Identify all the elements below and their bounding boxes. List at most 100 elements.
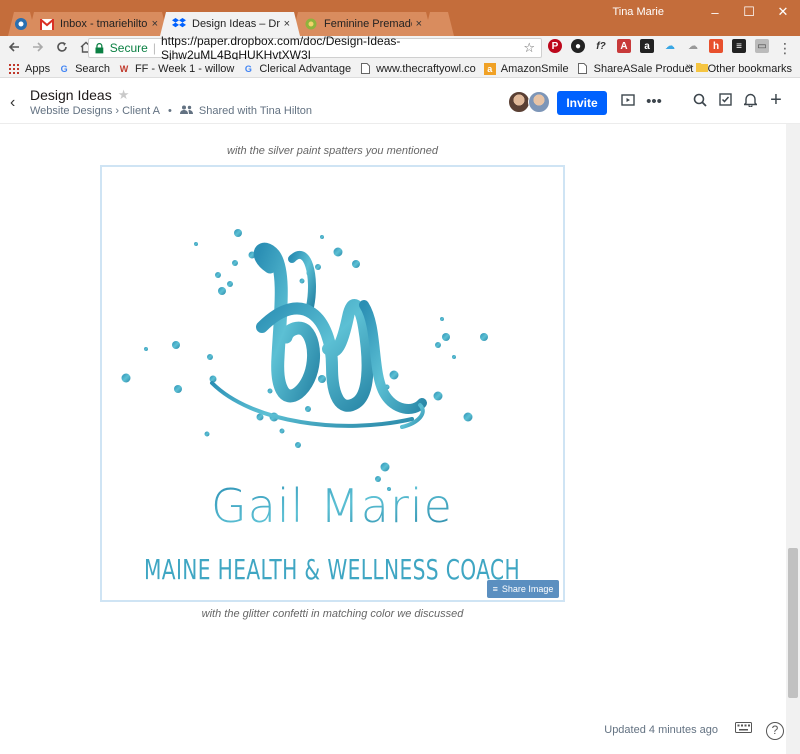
glitter-confetti <box>121 229 488 491</box>
address-separator: | <box>152 41 156 55</box>
bookmark-search[interactable]: G Search <box>58 63 110 75</box>
updated-status: Updated 4 minutes ago <box>604 724 718 736</box>
shared-with-text[interactable]: Shared with Tina Hilton <box>199 105 312 117</box>
back-icon[interactable]: ‹ <box>10 94 15 112</box>
google-icon: G <box>60 63 68 74</box>
maximize-button[interactable]: ☐ <box>732 4 766 20</box>
breadcrumb-path[interactable]: Website Designs › Client A <box>30 105 160 117</box>
gmail-icon <box>40 17 54 31</box>
etsy-icon <box>304 17 318 31</box>
bookmarks-overflow-icon[interactable]: » <box>686 61 692 73</box>
page-icon <box>577 63 589 75</box>
close-window-button[interactable]: ✕ <box>766 4 800 20</box>
address-bar[interactable]: Secure | https://paper.dropbox.com/doc/D… <box>88 34 542 62</box>
forward-button[interactable] <box>28 40 48 56</box>
avatar[interactable] <box>508 91 530 113</box>
google-icon: G <box>244 63 252 74</box>
bell-icon[interactable] <box>741 93 759 111</box>
share-layers-icon: ≡ <box>492 584 498 594</box>
tab-design-ideas[interactable]: Design Ideas – Dropbox × <box>160 12 300 36</box>
reload-button[interactable] <box>52 40 72 56</box>
bookmark-label: Search <box>75 62 110 75</box>
camera-icon[interactable]: ● <box>571 39 585 53</box>
caption-bottom: with the glitter confetti in matching co… <box>201 608 464 620</box>
reload-icon <box>57 42 67 52</box>
more-icon[interactable]: ••• <box>645 93 663 110</box>
pinterest-icon[interactable]: P <box>548 39 562 53</box>
other-bookmarks-label: Other bookmarks <box>707 62 792 75</box>
dropbox-icon <box>172 17 186 31</box>
profile-name[interactable]: Tina Marie <box>612 6 664 18</box>
tab-title: Feminine Premade Logo <box>324 18 411 30</box>
scrollbar-thumb[interactable] <box>788 548 798 698</box>
extensions: P ● f? A a ☁ ☁ h ≡ ▭ <box>548 39 778 53</box>
amazon-icon: a <box>483 62 496 75</box>
page-icon <box>359 63 371 75</box>
chrome-menu-icon[interactable]: ⋮ <box>778 40 792 57</box>
breadcrumb-dot: • <box>168 105 172 117</box>
logo-tagline: MAINE HEALTH & WELLNESS COACH <box>144 553 520 586</box>
breadcrumb: Website Designs › Client A • Shared with… <box>30 105 312 117</box>
extension-badge-icon[interactable]: ▭ <box>755 39 769 53</box>
logo-image[interactable]: Gail Marie MAINE HEALTH & WELLNESS COACH <box>100 165 565 602</box>
tab-inbox[interactable]: Inbox - tmariehilton@gm × <box>28 12 168 36</box>
people-icon <box>179 105 193 117</box>
plus-icon[interactable]: + <box>767 89 785 112</box>
share-image-button[interactable]: ≡ Share Image <box>487 580 559 598</box>
present-icon[interactable] <box>619 93 637 110</box>
close-tab-icon[interactable]: × <box>152 18 158 30</box>
bookmark-amazonsmile[interactable]: a AmazonSmile <box>483 62 569 75</box>
browser-window: Inbox - tmariehilton@gm × Design Ideas –… <box>0 0 800 754</box>
back-button[interactable] <box>4 40 24 56</box>
bookmark-label: www.thecraftyowl.co <box>376 62 476 75</box>
gm-monogram <box>210 242 427 429</box>
bookmark-label: AmazonSmile <box>500 62 569 75</box>
cloud-gray-icon[interactable]: ☁ <box>686 39 700 53</box>
invite-button[interactable]: Invite <box>557 91 607 115</box>
back-arrow-icon <box>8 42 19 52</box>
share-image-label: Share Image <box>501 584 554 594</box>
bookmark-clerical[interactable]: G Clerical Advantage <box>242 63 351 75</box>
bookmark-star-icon[interactable]: ☆ <box>523 40 535 56</box>
other-bookmarks[interactable]: Other bookmarks <box>695 62 792 75</box>
browser-app-icon <box>14 17 28 31</box>
tab-feminine-logo[interactable]: Feminine Premade Logo × <box>292 12 432 36</box>
minimize-button[interactable]: – <box>698 5 732 20</box>
layers-icon[interactable]: ≡ <box>732 39 746 53</box>
title-bar: Inbox - tmariehilton@gm × Design Ideas –… <box>0 0 800 36</box>
checklist-icon[interactable] <box>716 93 734 110</box>
doc-header: ‹ Design Ideas ★ Website Designs › Clien… <box>0 78 800 124</box>
tab-title: Design Ideas – Dropbox <box>192 18 280 30</box>
close-tab-icon[interactable]: × <box>284 18 290 30</box>
w-icon: W <box>119 63 129 74</box>
cloud-icon[interactable]: ☁ <box>663 39 677 53</box>
favorite-star-icon[interactable]: ★ <box>118 87 130 103</box>
dropbox-paper-page: ‹ Design Ideas ★ Website Designs › Clien… <box>0 78 800 754</box>
pdf-icon[interactable]: A <box>617 39 631 53</box>
collaborator-avatars <box>508 91 550 113</box>
lock-icon <box>95 42 104 53</box>
bookmark-ff-week[interactable]: W FF - Week 1 - willow <box>118 62 235 75</box>
tab-title: Inbox - tmariehilton@gm <box>60 18 148 30</box>
bookmark-label: Clerical Advantage <box>259 62 352 75</box>
window-controls: Tina Marie – ☐ ✕ <box>612 0 800 24</box>
avatar[interactable] <box>528 91 550 113</box>
honey-icon[interactable]: h <box>709 39 723 53</box>
url-text[interactable]: https://paper.dropbox.com/doc/Design-Ide… <box>161 34 541 62</box>
bookmark-apps[interactable]: Apps <box>8 63 50 75</box>
keyboard-icon[interactable] <box>735 721 752 736</box>
forward-arrow-icon <box>33 42 44 52</box>
apps-grid-icon <box>8 63 20 75</box>
logo-artwork: Gail Marie MAINE HEALTH & WELLNESS COACH <box>121 229 520 586</box>
bookmark-craftyowl[interactable]: www.thecraftyowl.co <box>359 63 476 75</box>
close-tab-icon[interactable]: × <box>416 18 422 30</box>
font-finder-icon[interactable]: f? <box>594 39 608 53</box>
doc-title[interactable]: Design Ideas <box>30 87 112 103</box>
new-tab-button[interactable] <box>424 12 454 36</box>
help-icon[interactable]: ? <box>766 722 784 740</box>
amazon-icon[interactable]: a <box>640 39 654 53</box>
tab-strip: Inbox - tmariehilton@gm × Design Ideas –… <box>8 12 446 36</box>
bookmark-label: FF - Week 1 - willow <box>134 62 235 75</box>
browser-toolbar: Secure | https://paper.dropbox.com/doc/D… <box>0 34 800 62</box>
search-icon[interactable] <box>691 93 709 111</box>
